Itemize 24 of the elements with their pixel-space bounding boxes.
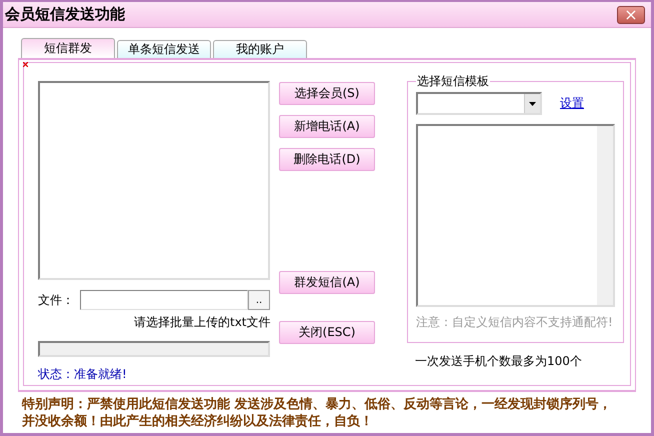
disclaimer-text: 特别声明：严禁使用此短信发送功能 发送涉及色情、暴力、低俗、反动等言论，一经发现封锁序列号，并没收余额！由此产生的相关经济纠纷以及法律责任，自负！ bbox=[22, 396, 613, 430]
tab[interactable]: 单条短信发送 bbox=[117, 40, 211, 58]
action-button[interactable]: 选择会员(S) bbox=[279, 82, 375, 105]
template-text-area[interactable] bbox=[416, 124, 615, 307]
window-title: 会员短信发送功能 bbox=[5, 5, 125, 24]
tab[interactable]: 我的账户 bbox=[213, 40, 307, 58]
cross-icon bbox=[23, 62, 28, 67]
settings-link[interactable]: 设置 bbox=[560, 95, 584, 112]
action-button[interactable]: 群发短信(A) bbox=[279, 271, 375, 294]
note-text: 注意：自定义短信内容不支持通配符! bbox=[416, 315, 613, 329]
caret-icon bbox=[529, 102, 536, 106]
group-title: 选择短信模板 bbox=[416, 73, 490, 90]
file-label: 文件： bbox=[38, 292, 74, 308]
scrollbar[interactable] bbox=[597, 126, 613, 305]
file-hint: 请选择批量上传的txt文件 bbox=[134, 315, 271, 329]
browse-button[interactable]: .. bbox=[248, 290, 270, 310]
status-text: 状态：准备就绪! bbox=[38, 367, 127, 381]
action-button[interactable]: 删除电话(D) bbox=[279, 148, 375, 171]
action-button[interactable]: 新增电话(A) bbox=[279, 115, 375, 138]
limit-text: 一次发送手机个数最多为100个 bbox=[415, 354, 582, 368]
template-dropdown[interactable] bbox=[416, 92, 542, 115]
action-button[interactable]: 关闭(ESC) bbox=[279, 321, 375, 344]
file-field[interactable] bbox=[80, 290, 248, 310]
tab[interactable]: 短信群发 bbox=[21, 38, 115, 58]
